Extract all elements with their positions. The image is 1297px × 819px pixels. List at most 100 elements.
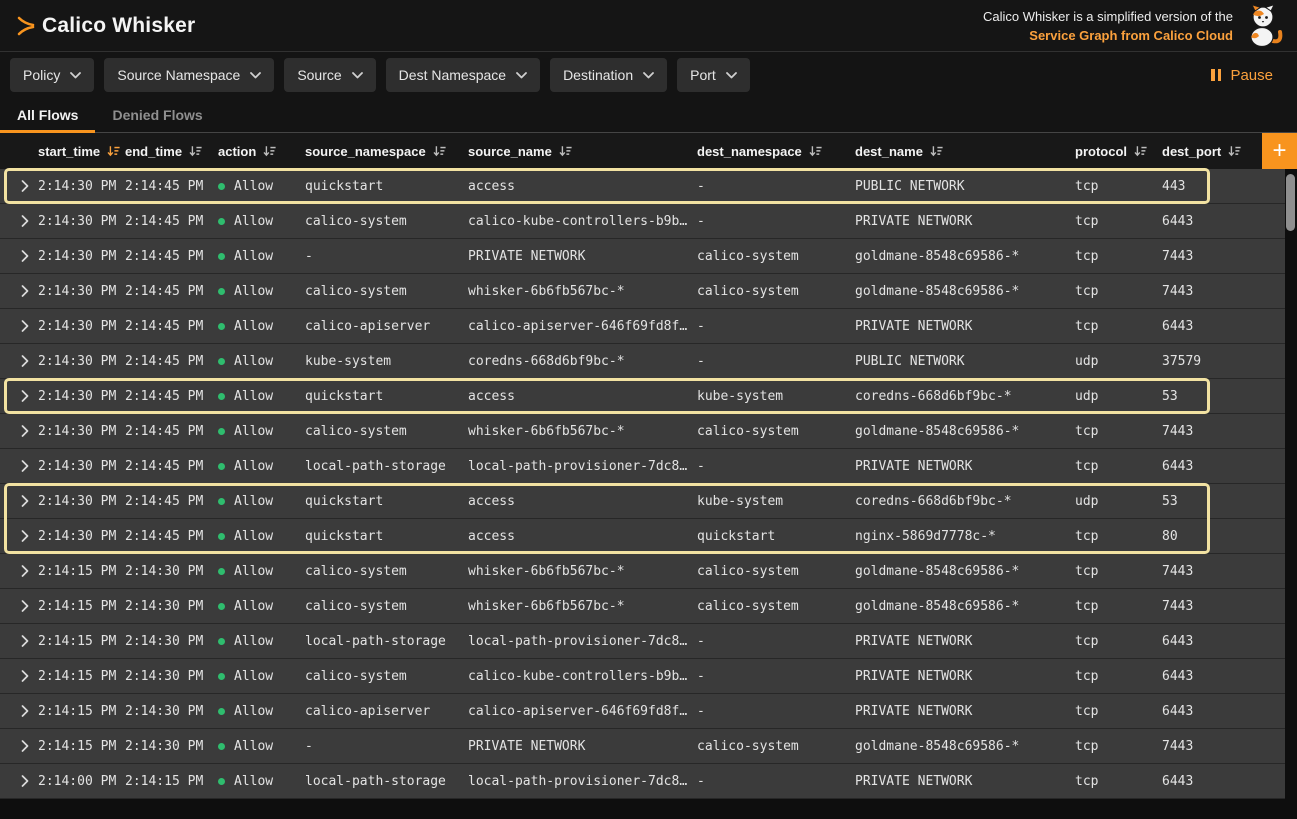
cell-source_name: whisker-6b6fb567bc-* (468, 284, 697, 299)
allow-status-dot (218, 638, 225, 645)
cell-dest_name: goldmane-8548c69586-* (855, 739, 1075, 754)
row-expander[interactable] (0, 390, 38, 402)
tab-all-flows[interactable]: All Flows (0, 98, 95, 132)
table-row[interactable]: 2:14:30 PM2:14:45 PMAllowcalico-apiserve… (0, 309, 1285, 344)
add-filter-button[interactable]: + (1262, 133, 1297, 169)
column-header-action[interactable]: action (218, 144, 305, 159)
row-expander[interactable] (0, 320, 38, 332)
chevron-right-icon (21, 565, 29, 577)
chevron-down-icon (70, 72, 81, 79)
row-expander[interactable] (0, 530, 38, 542)
vertical-scrollbar-thumb[interactable] (1286, 174, 1295, 231)
table-row[interactable]: 2:14:30 PM2:14:45 PMAllowcalico-systemwh… (0, 274, 1285, 309)
sort-icon[interactable] (433, 145, 446, 158)
sort-icon[interactable] (1134, 145, 1147, 158)
column-header-end_time[interactable]: end_time (125, 144, 218, 159)
table-row[interactable]: 2:14:15 PM2:14:30 PMAllowcalico-systemwh… (0, 554, 1285, 589)
sort-icon[interactable] (263, 145, 276, 158)
table-row[interactable]: 2:14:15 PM2:14:30 PMAllow-PRIVATE NETWOR… (0, 729, 1285, 764)
row-expander[interactable] (0, 355, 38, 367)
sort-icon[interactable] (107, 145, 120, 158)
tab-denied-flows[interactable]: Denied Flows (95, 98, 219, 132)
table-row[interactable]: 2:14:30 PM2:14:45 PMAllowquickstartacces… (0, 519, 1285, 554)
cell-dest_port: 6443 (1162, 214, 1285, 229)
row-expander[interactable] (0, 180, 38, 192)
row-expander[interactable] (0, 775, 38, 787)
column-header-dest_port[interactable]: dest_port (1162, 144, 1262, 159)
cell-dest_namespace: kube-system (697, 494, 855, 509)
filter-button-policy[interactable]: Policy (10, 58, 94, 92)
table-row[interactable]: 2:14:30 PM2:14:45 PMAllowlocal-path-stor… (0, 449, 1285, 484)
action-label: Allow (234, 529, 273, 544)
row-expander[interactable] (0, 705, 38, 717)
filter-button-port[interactable]: Port (677, 58, 750, 92)
column-header-label: end_time (125, 144, 182, 159)
calico-cat-mascot (1243, 4, 1283, 48)
filter-button-source[interactable]: Source (284, 58, 375, 92)
action-label: Allow (234, 389, 273, 404)
pause-label: Pause (1230, 67, 1273, 84)
sort-icon[interactable] (559, 145, 572, 158)
row-expander[interactable] (0, 565, 38, 577)
row-expander[interactable] (0, 740, 38, 752)
row-expander[interactable] (0, 460, 38, 472)
table-row[interactable]: 2:14:00 PM2:14:15 PMAllowlocal-path-stor… (0, 764, 1285, 799)
column-header-source_namespace[interactable]: source_namespace (305, 144, 468, 159)
table-row[interactable]: 2:14:30 PM2:14:45 PMAllow-PRIVATE NETWOR… (0, 239, 1285, 274)
column-header-protocol[interactable]: protocol (1075, 144, 1162, 159)
sort-icon[interactable] (930, 145, 943, 158)
column-header-dest_name[interactable]: dest_name (855, 144, 1075, 159)
app-window: Calico Whisker Calico Whisker is a simpl… (0, 0, 1297, 819)
app-title: Calico Whisker (42, 14, 195, 38)
table-row[interactable]: 2:14:15 PM2:14:30 PMAllowcalico-systemca… (0, 659, 1285, 694)
app-logo[interactable]: Calico Whisker (14, 13, 195, 39)
column-header-label: start_time (38, 144, 100, 159)
table-row[interactable]: 2:14:15 PM2:14:30 PMAllowcalico-systemwh… (0, 589, 1285, 624)
cell-protocol: tcp (1075, 704, 1162, 719)
sort-icon[interactable] (809, 145, 822, 158)
cell-protocol: tcp (1075, 529, 1162, 544)
table-row[interactable]: 2:14:30 PM2:14:45 PMAllowquickstartacces… (0, 169, 1285, 204)
table-row[interactable]: 2:14:30 PM2:14:45 PMAllowkube-systemcore… (0, 344, 1285, 379)
cell-dest_namespace: - (697, 704, 855, 719)
row-expander[interactable] (0, 495, 38, 507)
cell-end_time: 2:14:45 PM (125, 459, 218, 474)
filter-button-source-namespace[interactable]: Source Namespace (104, 58, 274, 92)
row-expander[interactable] (0, 635, 38, 647)
cell-dest_port: 80 (1162, 529, 1285, 544)
cell-protocol: tcp (1075, 284, 1162, 299)
cell-dest_name: PRIVATE NETWORK (855, 704, 1075, 719)
table-row[interactable]: 2:14:30 PM2:14:45 PMAllowcalico-systemwh… (0, 414, 1285, 449)
row-expander[interactable] (0, 670, 38, 682)
sort-icon[interactable] (1228, 145, 1241, 158)
filter-button-destination[interactable]: Destination (550, 58, 667, 92)
row-expander[interactable] (0, 600, 38, 612)
cell-dest_port: 37579 (1162, 354, 1285, 369)
column-header-start_time[interactable]: start_time (38, 144, 125, 159)
table-row[interactable]: 2:14:30 PM2:14:45 PMAllowcalico-systemca… (0, 204, 1285, 239)
allow-status-dot (218, 673, 225, 680)
row-expander[interactable] (0, 215, 38, 227)
row-expander[interactable] (0, 285, 38, 297)
table-row[interactable]: 2:14:15 PM2:14:30 PMAllowcalico-apiserve… (0, 694, 1285, 729)
column-header-dest_namespace[interactable]: dest_namespace (697, 144, 855, 159)
cell-dest_port: 7443 (1162, 424, 1285, 439)
row-expander[interactable] (0, 250, 38, 262)
cell-dest_namespace: calico-system (697, 599, 855, 614)
filter-bar-buttons: Policy Source Namespace Source Dest Namespa… (10, 58, 750, 92)
table-row[interactable]: 2:14:30 PM2:14:45 PMAllowquickstartacces… (0, 484, 1285, 519)
cell-start_time: 2:14:15 PM (38, 634, 125, 649)
chevron-down-icon (643, 72, 654, 79)
row-expander[interactable] (0, 425, 38, 437)
cell-action: Allow (218, 494, 305, 509)
pause-button[interactable]: Pause (1211, 67, 1273, 84)
table-row[interactable]: 2:14:15 PM2:14:30 PMAllowlocal-path-stor… (0, 624, 1285, 659)
filter-button-label: Port (690, 67, 716, 83)
sort-icon[interactable] (189, 145, 202, 158)
column-header-source_name[interactable]: source_name (468, 144, 697, 159)
service-graph-link[interactable]: Service Graph from Calico Cloud (1029, 28, 1233, 43)
pause-icon (1211, 69, 1221, 81)
cell-dest_namespace: - (697, 669, 855, 684)
table-row[interactable]: 2:14:30 PM2:14:45 PMAllowquickstartacces… (0, 379, 1285, 414)
filter-button-dest-namespace[interactable]: Dest Namespace (386, 58, 540, 92)
